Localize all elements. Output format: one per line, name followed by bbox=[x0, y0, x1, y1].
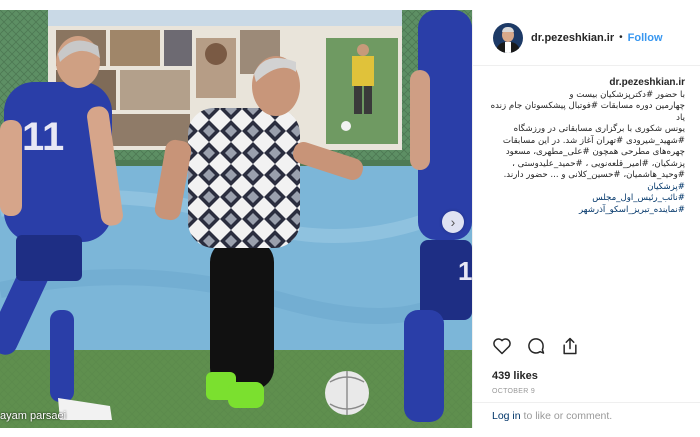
caption-line: پزشکیان، #امیر_قلعه‌نویی ، #حمید_علیدوست… bbox=[512, 158, 685, 169]
jersey-number-left: 11 bbox=[22, 115, 64, 159]
caption-line: چهارمین دوره مسابقات #فوتبال پیشکسوتان ج… bbox=[490, 101, 685, 123]
chevron-right-icon[interactable]: › bbox=[442, 211, 464, 233]
caption-line: با حضور #دکترپزشکیان بیست و bbox=[569, 89, 685, 100]
caption-hashtag[interactable]: #نماینده_تبریز_اسکو_آذرشهر bbox=[489, 205, 685, 217]
comment-icon[interactable] bbox=[526, 336, 546, 356]
caption-line: یونس شکوری با برگزاری مسابقاتی در ورزشگا… bbox=[513, 124, 685, 134]
photo-scene: 11 1 bbox=[0, 10, 472, 428]
share-icon[interactable] bbox=[560, 336, 580, 356]
caption-hashtag[interactable]: #نائب_رئیس_اول_مجلس bbox=[489, 193, 685, 205]
caption-line: #وحید_هاشمیان، #حسین_کلانی و ... حضور دا… bbox=[503, 170, 685, 180]
caption-line: چهره‌های مطرحی همچون #علی_مطهری، مسعود bbox=[505, 147, 685, 157]
caption-username[interactable]: dr.pezeshkian.ir bbox=[609, 77, 685, 88]
post-caption: dr.pezeshkian.ir با حضور #دکترپزشکیان بی… bbox=[489, 77, 685, 216]
post-actions bbox=[492, 334, 682, 358]
post-date: OCTOBER 9 bbox=[492, 388, 536, 395]
caption-hashtag[interactable]: #پزشکیان bbox=[489, 182, 685, 194]
post-side-panel: dr.pezeshkian.ir • Follow dr.pezeshkian.… bbox=[472, 10, 700, 428]
post-header: dr.pezeshkian.ir • Follow bbox=[473, 10, 700, 66]
username[interactable]: dr.pezeshkian.ir bbox=[531, 32, 614, 44]
jersey-number-right: 1 bbox=[458, 256, 472, 286]
login-prompt-text: to like or comment. bbox=[520, 410, 613, 422]
follow-button[interactable]: Follow bbox=[628, 32, 663, 44]
separator-dot: • bbox=[619, 32, 623, 43]
photo-credit: ayam parsaei bbox=[0, 410, 67, 422]
heart-icon[interactable] bbox=[492, 336, 512, 356]
avatar[interactable] bbox=[493, 22, 523, 53]
post-photo[interactable]: 11 1 ayam parsaei › bbox=[0, 10, 472, 428]
post-footer: Log in to like or comment. bbox=[473, 402, 700, 428]
login-link[interactable]: Log in bbox=[492, 410, 521, 422]
likes-count[interactable]: 439 likes bbox=[492, 370, 538, 382]
caption-line: #شهید_شیرودی #تهران آغاز شد. در این مساب… bbox=[502, 135, 685, 146]
